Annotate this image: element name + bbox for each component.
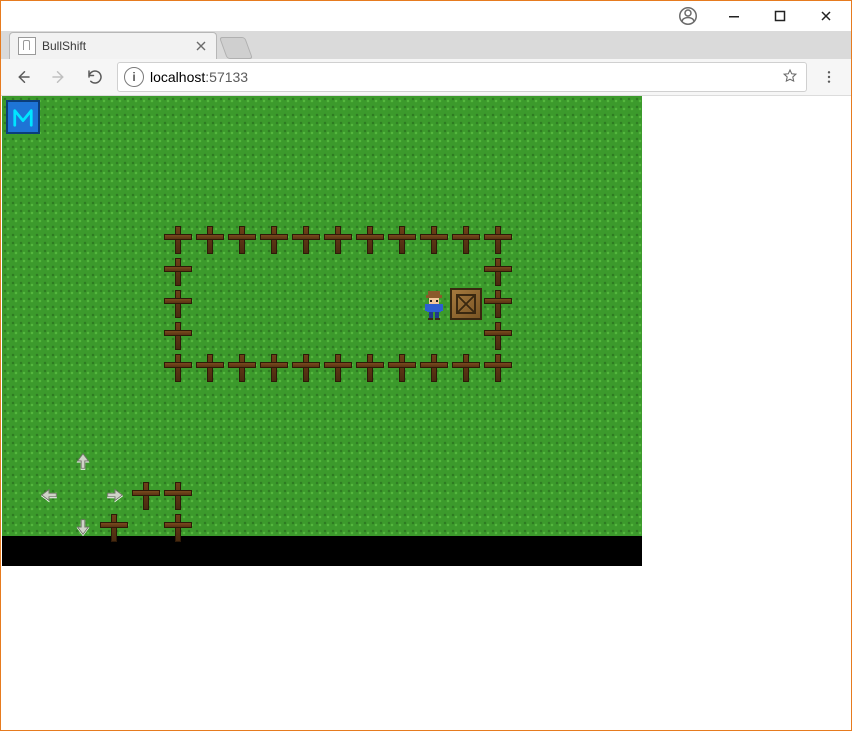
fence-tile [354, 352, 386, 384]
fence-tile [482, 288, 514, 320]
fence-tile [162, 352, 194, 384]
fence-tile [482, 352, 514, 384]
arrow-up-icon [72, 450, 94, 472]
fence-tile [194, 352, 226, 384]
dpad [32, 448, 232, 548]
url-host: localhost [150, 69, 205, 85]
new-tab-button[interactable] [219, 37, 253, 59]
fence-tile [418, 352, 450, 384]
tab-strip: BullShift [1, 31, 851, 59]
fence-tile [290, 224, 322, 256]
fence-tile [290, 352, 322, 384]
fence-tile [162, 288, 194, 320]
game-canvas[interactable] [2, 96, 642, 566]
url-port: :57133 [205, 69, 248, 85]
fence-tile [482, 256, 514, 288]
logo-m-icon [12, 106, 34, 128]
page-icon [18, 37, 36, 55]
window-close-button[interactable] [803, 1, 849, 31]
fence-tile [386, 224, 418, 256]
arrow-down-icon [72, 516, 94, 538]
fence-tile [162, 256, 194, 288]
window-titlebar [1, 1, 851, 31]
fence-tile [162, 320, 194, 352]
nav-reload-button[interactable] [81, 63, 109, 91]
tab-title: BullShift [42, 39, 188, 53]
fence-tile [450, 352, 482, 384]
browser-menu-button[interactable] [815, 63, 843, 91]
address-bar[interactable]: i localhost:57133 [117, 62, 807, 92]
fence-tile [322, 224, 354, 256]
fence-tile [354, 224, 386, 256]
toolbar: i localhost:57133 [1, 59, 851, 96]
dpad-up-button[interactable] [70, 448, 96, 474]
fence-tile [482, 224, 514, 256]
dpad-right-button[interactable] [102, 482, 128, 508]
browser-tab[interactable]: BullShift [9, 32, 217, 59]
user-profile-icon[interactable] [665, 1, 711, 31]
fence-tile [418, 224, 450, 256]
fence-tile [322, 352, 354, 384]
tab-close-button[interactable] [194, 39, 208, 53]
browser-window: BullShift i localhost:57133 [0, 0, 852, 731]
arrow-left-icon [38, 484, 60, 506]
site-info-icon[interactable]: i [124, 67, 144, 87]
dpad-down-button[interactable] [70, 514, 96, 540]
nav-forward-button[interactable] [45, 63, 73, 91]
dpad-left-button[interactable] [36, 482, 62, 508]
fence-tile [258, 352, 290, 384]
page-viewport [2, 96, 850, 729]
fence-tile [162, 224, 194, 256]
arrow-right-icon [104, 484, 126, 506]
fence-tile [258, 224, 290, 256]
fence-tile [226, 352, 258, 384]
bookmark-star-icon[interactable] [782, 68, 800, 86]
window-maximize-button[interactable] [757, 1, 803, 31]
player-sprite[interactable] [418, 288, 450, 320]
fence-tile [482, 320, 514, 352]
nav-back-button[interactable] [9, 63, 37, 91]
game-logo-badge[interactable] [6, 100, 40, 134]
url-text: localhost:57133 [150, 69, 776, 85]
fence-tile [194, 224, 226, 256]
fence-tile [386, 352, 418, 384]
fence-tile [226, 224, 258, 256]
fence-tile [450, 224, 482, 256]
window-minimize-button[interactable] [711, 1, 757, 31]
crate[interactable] [450, 288, 482, 320]
